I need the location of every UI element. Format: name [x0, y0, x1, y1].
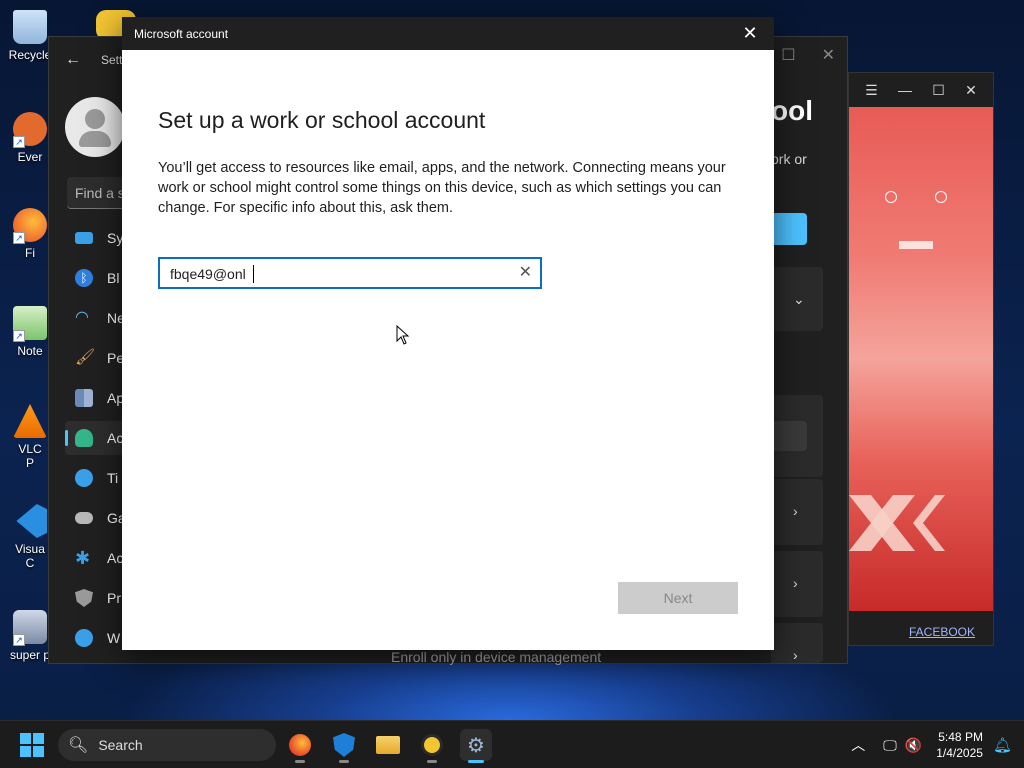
game-window: ☰ — ☐ ✕ FACEBOOK — [848, 72, 994, 646]
mouse-cursor-icon — [396, 325, 410, 345]
settings-card-button[interactable] — [771, 421, 807, 451]
shortcut-arrow-icon: ↗ — [13, 634, 25, 646]
facebook-link[interactable]: FACEBOOK — [909, 625, 975, 639]
chevron-right-icon[interactable]: › — [793, 503, 798, 519]
app-logo-icon — [421, 734, 443, 756]
taskbar: 🔍︎ Search ⚙ ︿ 🖵 🔇 5:48 PM 1/4/2025 🔔︎ — [0, 720, 1024, 768]
maximize-icon[interactable]: ☐ — [781, 45, 795, 65]
recycle-bin-icon — [13, 10, 47, 44]
nav-label: Pr — [107, 590, 121, 606]
network-icon[interactable]: 🖵 — [883, 737, 897, 754]
nav-label: Ac — [107, 550, 124, 566]
close-icon[interactable]: ✕ — [740, 23, 760, 43]
close-icon[interactable]: ✕ — [965, 82, 977, 99]
add-account-button-partial[interactable] — [771, 213, 807, 245]
folder-icon — [376, 736, 400, 754]
chevron-down-icon[interactable]: ⌄ — [793, 291, 805, 308]
everything-app-icon: ↗ — [13, 112, 47, 148]
game-window-controls: ☰ — ☐ ✕ — [849, 73, 993, 107]
taskbar-settings[interactable]: ⚙ — [460, 729, 492, 763]
firefox-icon: ↗ — [13, 208, 47, 244]
wifi-icon: ◠ — [75, 309, 89, 326]
vscode-icon: ↗ — [16, 504, 47, 538]
taskbar-search[interactable]: 🔍︎ Search — [58, 729, 276, 761]
running-indicator — [295, 760, 305, 763]
system-icon — [75, 232, 93, 244]
brush-icon: 🖌 — [75, 349, 96, 366]
chevron-up-icon[interactable]: ︿ — [851, 735, 865, 755]
dialog-title: Microsoft account — [134, 26, 229, 41]
shortcut-arrow-icon: ↗ — [13, 330, 25, 342]
shield-icon — [333, 733, 355, 757]
privacy-shield-icon — [75, 589, 93, 607]
nav-label: Ti — [107, 470, 119, 486]
decor-dot — [885, 191, 897, 203]
vlc-icon — [13, 404, 47, 438]
back-arrow-icon[interactable]: ← — [65, 51, 85, 69]
email-field[interactable]: ✕ — [158, 257, 542, 289]
active-indicator — [468, 760, 484, 763]
text-caret — [253, 265, 254, 283]
enroll-device-management-link[interactable]: Enroll only in device management — [391, 649, 601, 665]
taskbar-yellow-app[interactable] — [416, 729, 448, 763]
chevron-right-icon[interactable]: › — [793, 647, 798, 663]
clear-text-icon[interactable]: ✕ — [519, 263, 532, 283]
taskbar-firefox[interactable] — [284, 729, 316, 763]
notepad-icon: ↗ — [13, 306, 47, 342]
dialog-heading: Set up a work or school account — [158, 107, 486, 133]
taskbar-file-explorer[interactable] — [372, 729, 404, 761]
shortcut-arrow-icon: ↗ — [13, 136, 25, 148]
nav-label: Ac — [107, 430, 124, 446]
minimize-icon[interactable]: — — [898, 82, 912, 98]
accounts-icon — [75, 429, 93, 447]
microsoft-account-dialog: Microsoft account ✕ Set up a work or sch… — [122, 17, 774, 650]
nav-label: W — [107, 630, 121, 646]
running-indicator — [427, 760, 437, 763]
shortcut-arrow-icon: ↗ — [16, 528, 25, 538]
settings-window-controls: ☐ ✕ — [781, 45, 835, 65]
taskbar-defender[interactable] — [328, 729, 360, 763]
search-icon: 🔍︎ — [68, 737, 89, 754]
notification-bell-icon[interactable]: 🔔︎ — [993, 736, 1012, 754]
nav-label: Bl — [107, 270, 120, 286]
clock-time: 5:48 PM — [938, 730, 983, 744]
dialog-description: You’ll get access to resources like emai… — [158, 160, 726, 216]
user-avatar[interactable] — [65, 97, 125, 157]
maximize-icon[interactable]: ☐ — [932, 82, 945, 99]
update-icon — [75, 629, 93, 647]
apps-icon — [75, 389, 93, 407]
bluetooth-icon: ᛒ — [75, 269, 93, 287]
volume-muted-icon[interactable]: 🔇 — [905, 737, 922, 754]
clock[interactable]: 5:48 PM 1/4/2025 — [936, 729, 983, 761]
time-icon — [75, 469, 93, 487]
decor-bar — [899, 241, 933, 249]
search-label: Search — [98, 737, 143, 753]
super-p-icon: ↗ — [13, 610, 47, 646]
game-artwork — [849, 107, 993, 611]
chevron-right-icon[interactable]: › — [793, 575, 798, 591]
shortcut-arrow-icon: ↗ — [13, 232, 25, 244]
decor-dot — [935, 191, 947, 203]
email-input[interactable] — [170, 264, 510, 284]
system-tray: ︿ 🖵 🔇 5:48 PM 1/4/2025 🔔︎ — [851, 721, 1024, 768]
gaming-icon — [75, 512, 93, 524]
dialog-titlebar: Microsoft account — [122, 17, 774, 50]
clock-date: 1/4/2025 — [936, 746, 983, 760]
chevron-decoration — [849, 495, 945, 551]
accessibility-icon: ✱ — [75, 548, 91, 568]
page-desc-partial: ork or — [771, 151, 807, 167]
gear-icon: ⚙ — [467, 734, 485, 757]
windows-start-icon[interactable] — [20, 733, 44, 757]
menu-icon[interactable]: ☰ — [865, 82, 878, 99]
close-icon[interactable]: ✕ — [822, 45, 835, 65]
running-indicator — [339, 760, 349, 763]
page-title-partial: ool — [771, 95, 813, 126]
firefox-icon — [289, 734, 311, 756]
next-button[interactable]: Next — [618, 582, 738, 614]
nav-label: Sy — [107, 230, 124, 246]
